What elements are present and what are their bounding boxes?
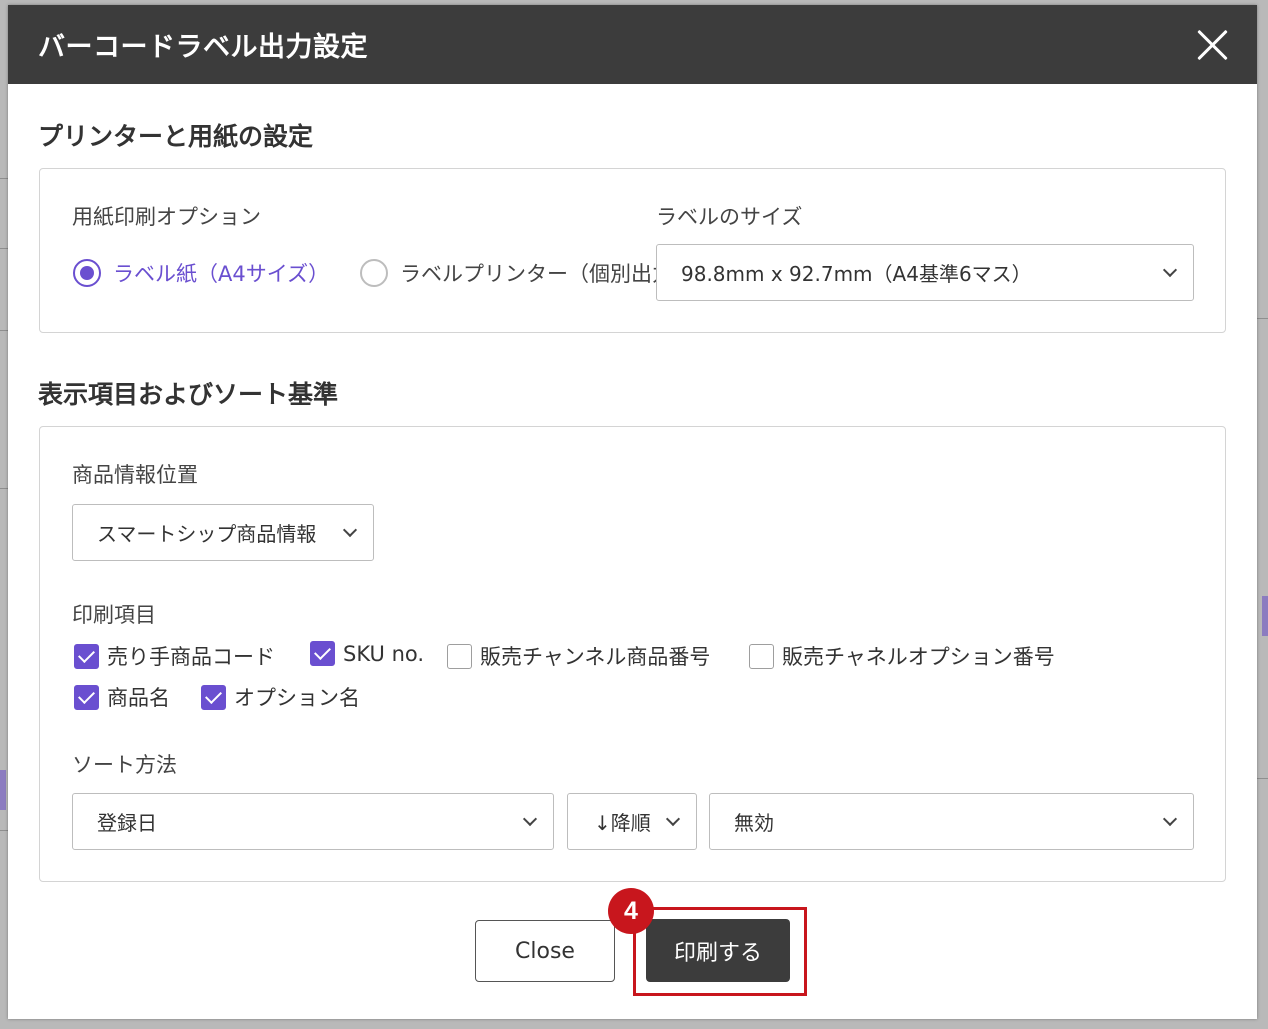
sort-secondary-value: 無効 <box>734 811 774 835</box>
checkbox-checked-icon <box>310 641 335 666</box>
dialog-header: バーコードラベル出力設定 <box>8 5 1257 84</box>
checkbox-seller-product-code[interactable]: 売り手商品コード <box>74 641 275 671</box>
radio-label-printer[interactable]: ラベルプリンター（個別出力 <box>360 258 656 288</box>
chevron-down-icon <box>1162 262 1178 277</box>
dialog-title: バーコードラベル出力設定 <box>38 32 368 63</box>
checkbox-checked-icon <box>74 643 99 669</box>
checkbox-label: 販売チャネルオプション番号 <box>782 645 1055 669</box>
product-info-position-value: スマートシップ商品情報 <box>97 522 317 546</box>
checkbox-label: オプション名 <box>234 686 360 710</box>
radio-unselected-icon <box>360 259 388 287</box>
checkbox-sku-no[interactable]: SKU no. <box>310 641 424 666</box>
checkbox-unchecked-icon <box>447 643 472 669</box>
background-tab <box>0 770 6 810</box>
checkbox-sales-channel-product-number[interactable]: 販売チャンネル商品番号 <box>447 641 710 671</box>
background-divider <box>0 330 8 331</box>
radio-label-printer-clip: ラベルプリンター（個別出力 <box>360 258 656 292</box>
printer-section-title: プリンターと用紙の設定 <box>38 122 314 151</box>
checkbox-checked-icon <box>201 684 226 710</box>
checkbox-unchecked-icon <box>749 643 774 669</box>
checkbox-product-name[interactable]: 商品名 <box>74 682 170 712</box>
label-size-label: ラベルのサイズ <box>656 205 803 229</box>
checkbox-label: 商品名 <box>107 686 170 710</box>
sort-field-select[interactable]: 登録日 <box>72 793 554 850</box>
checkbox-label: SKU no. <box>343 641 425 666</box>
checkbox-label: 売り手商品コード <box>107 645 275 669</box>
print-items-label: 印刷項目 <box>72 603 156 627</box>
step-number-badge: 4 <box>608 888 654 934</box>
label-size-value: 98.8mm x 92.7mm（A4基準6マス） <box>681 262 1032 286</box>
checkbox-checked-icon <box>74 684 99 710</box>
background-divider <box>0 248 8 249</box>
background-tab <box>1262 596 1268 636</box>
sort-method-label: ソート方法 <box>72 753 177 777</box>
sort-order-select[interactable]: ↓降順 <box>567 793 697 850</box>
background-divider <box>1257 778 1268 779</box>
chevron-down-icon <box>1162 811 1178 826</box>
checkbox-label: 販売チャンネル商品番号 <box>480 645 711 669</box>
radio-label-paper[interactable]: ラベル紙（A4サイズ） <box>73 258 329 288</box>
radio-label-paper-text: ラベル紙（A4サイズ） <box>113 262 330 286</box>
background-divider <box>0 830 8 831</box>
background-divider <box>0 488 8 489</box>
close-icon[interactable] <box>1195 28 1229 62</box>
close-button[interactable]: Close <box>475 920 615 982</box>
print-button[interactable]: 印刷する <box>646 919 790 982</box>
chevron-down-icon <box>342 522 358 537</box>
sort-order-value: ↓降順 <box>594 811 651 835</box>
sort-field-value: 登録日 <box>97 811 157 835</box>
background-divider <box>1257 318 1268 319</box>
display-settings-panel: 商品情報位置 スマートシップ商品情報 印刷項目 売り手商品コード SKU no.… <box>39 426 1226 882</box>
barcode-label-dialog: バーコードラベル出力設定 プリンターと用紙の設定 用紙印刷オプション ラベル紙（… <box>8 5 1257 1019</box>
paper-option-label: 用紙印刷オプション <box>72 205 261 229</box>
background-divider <box>0 178 8 179</box>
chevron-down-icon <box>665 811 681 826</box>
chevron-down-icon <box>522 811 538 826</box>
product-info-position-select[interactable]: スマートシップ商品情報 <box>72 504 374 561</box>
product-info-position-label: 商品情報位置 <box>72 463 198 487</box>
checkbox-option-name[interactable]: オプション名 <box>201 682 360 712</box>
display-section-title: 表示項目およびソート基準 <box>38 380 339 409</box>
checkbox-sales-channel-option-number[interactable]: 販売チャネルオプション番号 <box>749 641 1055 671</box>
printer-settings-panel: 用紙印刷オプション ラベル紙（A4サイズ） ラベルプリンター（個別出力 ラベルの… <box>39 168 1226 333</box>
radio-label-printer-text: ラベルプリンター（個別出力 <box>400 262 656 286</box>
sort-secondary-select[interactable]: 無効 <box>709 793 1194 850</box>
label-size-select[interactable]: 98.8mm x 92.7mm（A4基準6マス） <box>656 244 1194 301</box>
radio-selected-icon <box>73 259 101 287</box>
